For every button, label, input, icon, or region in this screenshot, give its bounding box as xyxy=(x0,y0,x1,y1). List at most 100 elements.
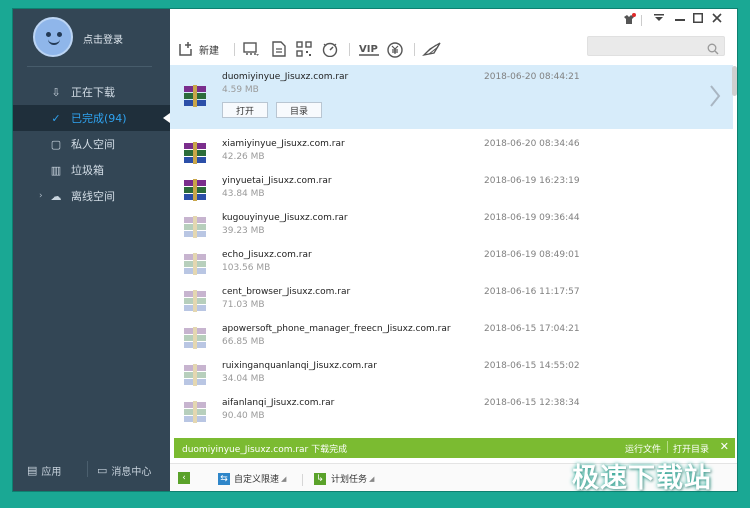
sidebar-item-label: 正在下载 xyxy=(71,86,115,99)
file-name: kugouyinyue_Jisuxz.com.rar xyxy=(222,213,348,223)
sidebar-item-completed[interactable]: ✓ 已完成(94) xyxy=(13,105,170,131)
file-row[interactable]: apowersoft_phone_manager_freecn_Jisuxz.c… xyxy=(170,317,733,354)
list-scrollbar[interactable] xyxy=(732,66,737,96)
footer-divider xyxy=(87,461,88,477)
file-size: 43.84 MB xyxy=(222,189,265,199)
speed-limit-button[interactable]: ⇆ 自定义限速 ◢ xyxy=(218,472,286,485)
file-size: 66.85 MB xyxy=(222,337,265,347)
document-button[interactable] xyxy=(272,39,286,59)
watermark-logo: 极速下载站 xyxy=(572,463,712,494)
winrar-file-icon xyxy=(182,253,208,275)
search-input[interactable] xyxy=(592,39,702,53)
file-size: 103.56 MB xyxy=(222,263,271,273)
close-icon[interactable]: ✕ xyxy=(720,440,729,453)
file-size: 34.04 MB xyxy=(222,374,265,384)
sidebar-item-private-space[interactable]: ▢ 私人空间 xyxy=(13,131,170,157)
minimize-icon[interactable] xyxy=(675,13,685,26)
batch-button[interactable] xyxy=(242,39,260,59)
apps-button[interactable]: ▤ 应用 xyxy=(27,463,61,478)
file-row[interactable]: xiamiyinyue_Jisuxz.com.rar 42.26 MB 2018… xyxy=(170,132,733,169)
sidebar-item-label: 垃圾箱 xyxy=(71,164,104,177)
maximize-icon[interactable] xyxy=(693,13,703,26)
download-icon: ⇩ xyxy=(51,85,61,99)
file-date: 2018-06-15 17:04:21 xyxy=(484,324,580,334)
file-date: 2018-06-19 16:23:19 xyxy=(484,176,580,186)
chevron-right-icon[interactable] xyxy=(709,84,721,114)
file-date: 2018-06-20 08:34:46 xyxy=(484,139,580,149)
new-task-label: 新建 xyxy=(199,45,219,57)
search-icon[interactable] xyxy=(707,40,719,59)
sidebar: 点击登录 ⇩ 正在下载 ✓ 已完成(94) ▢ 私人空间 ▥ 垃圾箱 › ☁ 离… xyxy=(13,9,170,491)
rocket-button[interactable] xyxy=(422,39,442,59)
check-circle-icon: ✓ xyxy=(51,111,61,125)
schedule-icon: ↳ xyxy=(314,472,326,485)
file-name: aifanlanqi_Jisuxz.com.rar xyxy=(222,398,335,408)
skin-icon[interactable] xyxy=(622,13,636,28)
message-center-label: 消息中心 xyxy=(111,467,152,478)
document-icon xyxy=(272,41,286,57)
new-task-button[interactable]: 新建 xyxy=(178,39,219,59)
file-row[interactable]: echo_Jisuxz.com.rar 103.56 MB 2018-06-19… xyxy=(170,243,733,280)
svg-text:VIP: VIP xyxy=(359,44,378,55)
menu-icon[interactable] xyxy=(654,13,664,26)
file-row-selected[interactable]: duomiyinyue_Jisuxz.com.rar 4.59 MB 2018-… xyxy=(170,65,733,129)
run-file-link[interactable]: 运行文件 xyxy=(625,442,661,455)
message-center-button[interactable]: ▭ 消息中心 xyxy=(97,463,151,478)
qr-code-icon xyxy=(296,41,312,57)
scheduled-task-button[interactable]: ↳ 计划任务 ◢ xyxy=(314,472,374,485)
file-date: 2018-06-16 11:17:57 xyxy=(484,287,580,297)
gift-button[interactable] xyxy=(386,39,404,59)
search-box[interactable] xyxy=(587,36,725,56)
file-size: 71.03 MB xyxy=(222,300,265,310)
file-size: 42.26 MB xyxy=(222,152,265,162)
open-file-button[interactable]: 打开 xyxy=(222,102,268,118)
open-folder-button[interactable]: 目录 xyxy=(276,102,322,118)
sidebar-item-label: 私人空间 xyxy=(71,138,115,151)
file-row[interactable]: yinyuetai_Jisuxz.com.rar 43.84 MB 2018-0… xyxy=(170,169,733,206)
rocket-icon xyxy=(422,41,442,57)
avatar[interactable] xyxy=(33,17,73,57)
sidebar-item-trash[interactable]: ▥ 垃圾箱 xyxy=(13,157,170,183)
file-name: duomiyinyue_Jisuxz.com.rar xyxy=(222,72,349,82)
apps-label: 应用 xyxy=(41,467,62,478)
sidebar-item-label: 已完成(94) xyxy=(71,112,127,125)
status-divider xyxy=(302,474,303,486)
collapse-button[interactable]: ‹ xyxy=(178,472,195,484)
file-row[interactable]: cent_browser_Jisuxz.com.rar 71.03 MB 201… xyxy=(170,280,733,317)
winrar-file-icon xyxy=(182,85,208,107)
file-row[interactable]: ruixinganquanlanqi_Jisuxz.com.rar 34.04 … xyxy=(170,354,733,391)
chevron-right-icon[interactable]: › xyxy=(39,191,43,201)
file-size: 90.40 MB xyxy=(222,411,265,421)
winrar-file-icon xyxy=(182,216,208,238)
sidebar-divider xyxy=(27,66,152,67)
file-date: 2018-06-19 09:36:44 xyxy=(484,213,580,223)
qr-code-button[interactable] xyxy=(296,39,312,59)
file-row[interactable]: kugouyinyue_Jisuxz.com.rar 39.23 MB 2018… xyxy=(170,206,733,243)
vip-icon: VIP xyxy=(358,41,380,57)
toolbar-divider xyxy=(234,43,235,56)
file-name: apowersoft_phone_manager_freecn_Jisuxz.c… xyxy=(222,324,451,334)
file-row[interactable]: aifanlanqi_Jisuxz.com.rar 90.40 MB 2018-… xyxy=(170,391,733,428)
file-date: 2018-06-20 08:44:21 xyxy=(484,72,580,82)
file-name: cent_browser_Jisuxz.com.rar xyxy=(222,287,351,297)
sidebar-item-downloading[interactable]: ⇩ 正在下载 xyxy=(13,79,170,105)
login-link[interactable]: 点击登录 xyxy=(83,31,123,46)
gift-icon xyxy=(386,41,404,58)
chat-icon: ▭ xyxy=(97,464,108,477)
winrar-file-icon xyxy=(182,327,208,349)
open-directory-link[interactable]: 打开目录 xyxy=(673,442,709,455)
sidebar-footer: ▤ 应用 ▭ 消息中心 xyxy=(13,459,170,479)
sidebar-nav: ⇩ 正在下载 ✓ 已完成(94) ▢ 私人空间 ▥ 垃圾箱 › ☁ 离线空间 xyxy=(13,79,170,209)
batch-icon xyxy=(242,41,260,57)
close-icon[interactable] xyxy=(712,13,722,26)
notification-divider xyxy=(667,441,668,453)
vip-button[interactable]: VIP xyxy=(358,39,380,59)
speedup-button[interactable] xyxy=(321,39,339,59)
winrar-file-icon xyxy=(182,290,208,312)
lock-icon: ▢ xyxy=(50,137,62,151)
file-name: yinyuetai_Jisuxz.com.rar xyxy=(222,176,332,186)
cloud-icon: ☁ xyxy=(50,189,62,203)
sidebar-item-offline-space[interactable]: › ☁ 离线空间 xyxy=(13,183,170,209)
toolbar-divider xyxy=(414,43,415,56)
scheduled-task-label: 计划任务 xyxy=(331,475,368,485)
